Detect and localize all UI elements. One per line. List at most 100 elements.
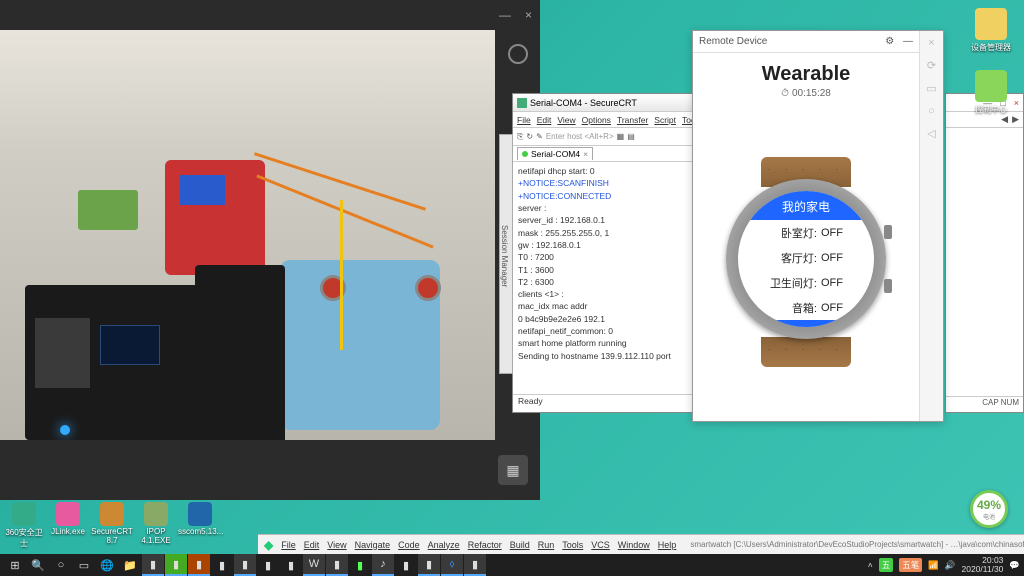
battery-widget[interactable]: 49% 电池: [970, 490, 1008, 528]
desktop-icon[interactable]: 360安全卫士: [2, 502, 46, 549]
ide-menu-navigate[interactable]: Navigate: [355, 540, 391, 550]
ide-menu-edit[interactable]: Edit: [304, 540, 320, 550]
desktop-icon[interactable]: 设备管理器: [968, 8, 1014, 53]
desktop-icon[interactable]: JLink.exe: [46, 502, 90, 536]
app-task[interactable]: ▮: [165, 554, 187, 576]
app-task[interactable]: ▮: [211, 554, 233, 576]
app-task[interactable]: ▮: [418, 554, 440, 576]
crt-tab-serial[interactable]: Serial-COM4 ×: [517, 147, 593, 160]
cortana-icon[interactable]: ○: [50, 554, 72, 576]
appliance-row-bedroom[interactable]: 卧室灯: OFF: [738, 220, 874, 245]
app-task[interactable]: W: [303, 554, 325, 576]
watch-side-button[interactable]: [884, 279, 892, 293]
network-icon[interactable]: 📶: [928, 560, 939, 571]
crt-menu-script[interactable]: Script: [654, 115, 676, 125]
ide-menu-file[interactable]: File: [281, 540, 296, 550]
record-icon[interactable]: [508, 44, 528, 64]
app-task[interactable]: ▮: [349, 554, 371, 576]
gear-icon[interactable]: ⚙: [885, 36, 894, 47]
ide-menu-window[interactable]: Window: [618, 540, 650, 550]
app-icon: [144, 502, 168, 526]
connected-dot-icon: [522, 151, 528, 157]
ide-menu-run[interactable]: Run: [538, 540, 555, 550]
ide-menu-tools[interactable]: Tools: [562, 540, 583, 550]
row-value: OFF: [821, 227, 855, 239]
crt-terminal-output[interactable]: netifapi dhcp start: 0 +NOTICE:SCANFINIS…: [513, 162, 697, 394]
icon-label: SecureCRT 8.7: [90, 527, 134, 545]
emulator-rotate-icon[interactable]: ⟳: [927, 59, 936, 72]
desktop-icon[interactable]: IPOP 4.1.EXE: [134, 502, 178, 545]
app-task[interactable]: ▮: [280, 554, 302, 576]
secondary-close[interactable]: ×: [1014, 98, 1019, 108]
tri-right-icon[interactable]: ▶: [1012, 114, 1019, 125]
terminal-task[interactable]: ▮: [142, 554, 164, 576]
secondary-statusbar: CAP NUM: [946, 396, 1023, 412]
vscode-task[interactable]: ⬨: [441, 554, 463, 576]
ide-logo-icon: ◆: [264, 538, 273, 552]
emulator-home-icon[interactable]: ○: [928, 105, 935, 117]
desktop-icon[interactable]: SecureCRT 8.7: [90, 502, 134, 545]
ime-badge[interactable]: 五笔: [899, 558, 922, 572]
desktop-icon[interactable]: 控制中心: [968, 70, 1014, 115]
taskbar: ⊞ 🔍 ○ ▭ 🌐 📁 ▮ ▮ ▮ ▮ ▮ ▮ ▮ W ▮ ▮ ♪ ▮ ▮ ⬨ …: [0, 554, 1024, 576]
tray-chevron-icon[interactable]: ˄: [868, 560, 873, 570]
crt-tab-label: Serial-COM4: [531, 149, 580, 159]
app-task[interactable]: ▮: [234, 554, 256, 576]
crt-tool-icon[interactable]: ✎: [536, 132, 543, 141]
ide-menu-vcs[interactable]: VCS: [591, 540, 610, 550]
crt-menu-file[interactable]: File: [517, 115, 531, 125]
appliance-row-bathroom[interactable]: 卫生间灯: OFF: [738, 270, 874, 295]
taskview-icon[interactable]: ▭: [73, 554, 95, 576]
appliance-row-living[interactable]: 客厅灯: OFF: [738, 245, 874, 270]
camera-minimize-button[interactable]: —: [499, 8, 511, 22]
crt-tool-icon[interactable]: ▤: [627, 132, 635, 141]
app-task[interactable]: ▮: [188, 554, 210, 576]
crt-tool-icon[interactable]: ⎘: [517, 132, 523, 142]
watch-canvas: 我的家电 卧室灯: OFF 客厅灯: OFF 卫生间灯: OFF 音箱:: [693, 103, 919, 421]
tri-left-icon[interactable]: ◀: [1001, 114, 1008, 125]
app-task[interactable]: ▮: [257, 554, 279, 576]
crt-host-field[interactable]: Enter host <Alt+R>: [546, 132, 614, 141]
explorer-icon[interactable]: 📁: [119, 554, 141, 576]
app-task[interactable]: ▮: [464, 554, 486, 576]
volume-icon[interactable]: 🔊: [945, 560, 956, 571]
crt-tool-icon[interactable]: ↻: [526, 132, 533, 141]
crt-menu-transfer[interactable]: Transfer: [617, 115, 648, 125]
crt-menu-edit[interactable]: Edit: [537, 115, 552, 125]
watch-crown-button[interactable]: [884, 225, 892, 239]
desktop-icon[interactable]: sscom5.13...: [178, 502, 222, 536]
ide-menu-help[interactable]: Help: [658, 540, 677, 550]
emulator-back-icon[interactable]: ◁: [927, 127, 935, 140]
battery-percent: 49%: [977, 498, 1001, 512]
remote-device-min[interactable]: —: [903, 36, 913, 47]
notifications-icon[interactable]: 💬: [1009, 560, 1020, 571]
camera-close-button[interactable]: ×: [525, 8, 532, 22]
crt-session-manager-tab[interactable]: Session Manager: [499, 134, 513, 374]
gallery-button[interactable]: ▦: [498, 455, 528, 485]
ide-menu-analyze[interactable]: Analyze: [428, 540, 460, 550]
edge-icon[interactable]: 🌐: [96, 554, 118, 576]
start-button[interactable]: ⊞: [4, 554, 26, 576]
ide-menu-refactor[interactable]: Refactor: [468, 540, 502, 550]
crt-menu-view[interactable]: View: [557, 115, 575, 125]
watch-face[interactable]: 我的家电 卧室灯: OFF 客厅灯: OFF 卫生间灯: OFF 音箱:: [738, 191, 874, 327]
crt-tool-icon[interactable]: ▦: [617, 132, 625, 141]
crt-menubar[interactable]: File Edit View Options Transfer Script T…: [513, 112, 697, 128]
app-task[interactable]: ▮: [395, 554, 417, 576]
icon-label: 控制中心: [968, 104, 1014, 115]
securecrt-icon: [517, 98, 527, 108]
app-task[interactable]: ♪: [372, 554, 394, 576]
clock[interactable]: 20:03 2020/11/30: [961, 556, 1003, 575]
ide-menu-view[interactable]: View: [327, 540, 346, 550]
emulator-screenshot-icon[interactable]: ▭: [926, 82, 936, 95]
app-task[interactable]: ▮: [326, 554, 348, 576]
search-icon[interactable]: 🔍: [27, 554, 49, 576]
ime-indicator[interactable]: 五: [879, 558, 894, 572]
ide-menu-code[interactable]: Code: [398, 540, 420, 550]
ide-menu-build[interactable]: Build: [510, 540, 530, 550]
ide-menu[interactable]: ◆ File Edit View Navigate Code Analyze R…: [258, 538, 682, 552]
crt-tab-close[interactable]: ×: [583, 149, 588, 159]
emulator-close-icon[interactable]: ×: [928, 37, 934, 49]
crt-menu-options[interactable]: Options: [582, 115, 611, 125]
row-label: 音箱:: [757, 300, 817, 316]
